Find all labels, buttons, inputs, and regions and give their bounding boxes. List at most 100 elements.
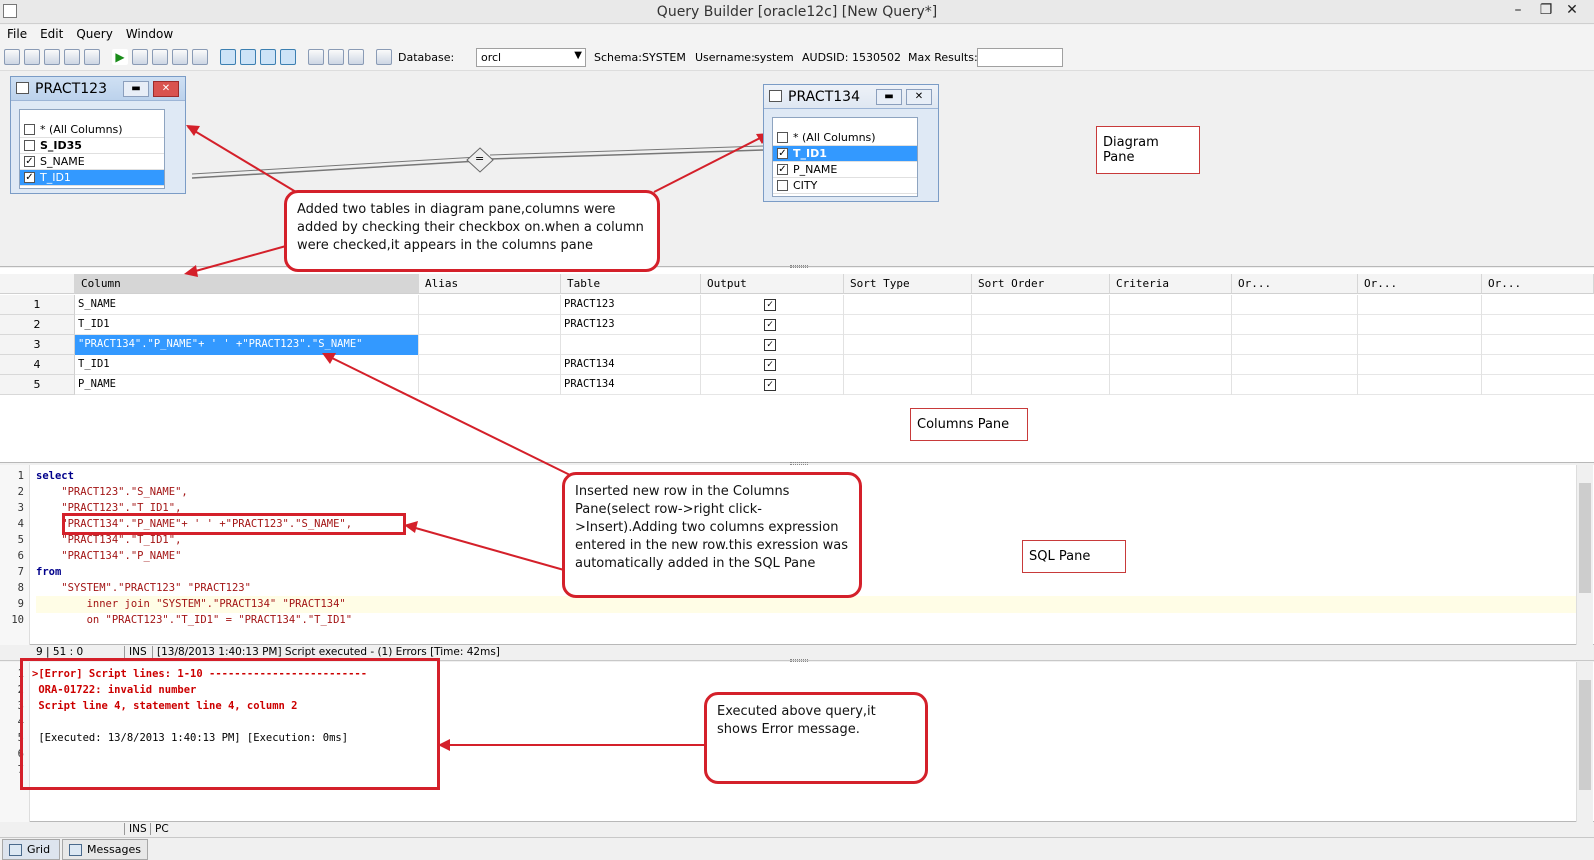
diagram-pane-toggle-icon[interactable]	[220, 49, 236, 65]
or-cell[interactable]	[1358, 355, 1482, 375]
sort-order-cell[interactable]	[972, 315, 1110, 335]
or-cell[interactable]	[1232, 335, 1358, 355]
group-by-icon[interactable]	[328, 49, 344, 65]
criteria-cell[interactable]	[1110, 335, 1232, 355]
column-item[interactable]: CITY	[773, 178, 917, 194]
columns-pane-toggle-icon[interactable]	[240, 49, 256, 65]
database-select[interactable]: orcl ▼	[476, 48, 586, 67]
criteria-cell[interactable]	[1110, 295, 1232, 315]
execute-icon[interactable]: ▶	[112, 49, 128, 65]
or-cell[interactable]	[1232, 355, 1358, 375]
max-results-input[interactable]	[977, 48, 1063, 67]
close-icon[interactable]: ✕	[1562, 2, 1582, 18]
open-icon[interactable]	[24, 49, 40, 65]
column-item[interactable]: * (All Columns)	[20, 122, 164, 138]
criteria-cell[interactable]	[1110, 375, 1232, 395]
output-cell[interactable]: ✓	[701, 315, 844, 335]
sort-type-cell[interactable]	[844, 295, 972, 315]
alias-cell[interactable]	[419, 355, 561, 375]
close-table-button[interactable]: ✕	[906, 89, 932, 105]
stop-icon[interactable]	[152, 49, 168, 65]
alias-cell[interactable]	[419, 335, 561, 355]
column-cell[interactable]: T_ID1	[75, 315, 419, 335]
or-cell[interactable]	[1358, 335, 1482, 355]
sort-order-cell[interactable]	[972, 335, 1110, 355]
table-row[interactable]: 4 T_ID1 PRACT134 ✓	[0, 355, 1594, 375]
table-cell[interactable]: PRACT134	[561, 375, 701, 395]
column-cell[interactable]: P_NAME	[75, 375, 419, 395]
sort-order-cell[interactable]	[972, 375, 1110, 395]
scroll-thumb[interactable]	[1579, 680, 1591, 790]
splitter-handle[interactable]	[790, 659, 808, 662]
alias-cell[interactable]	[419, 315, 561, 335]
refresh-icon[interactable]	[192, 49, 208, 65]
column-cell[interactable]: S_NAME	[75, 295, 419, 315]
or-cell[interactable]	[1232, 295, 1358, 315]
output-checkbox[interactable]: ✓	[764, 359, 776, 371]
or-cell[interactable]	[1232, 315, 1358, 335]
checkbox[interactable]	[777, 132, 788, 143]
column-header-sort-order[interactable]: Sort Order	[972, 274, 1110, 294]
splitter-handle[interactable]	[790, 462, 808, 465]
column-cell-selected[interactable]: "PRACT134"."P_NAME"+ ' ' +"PRACT123"."S_…	[75, 335, 419, 355]
restore-icon[interactable]: ❐	[1536, 2, 1556, 18]
checkbox[interactable]	[777, 180, 788, 191]
column-item[interactable]: S_ID35	[20, 138, 164, 154]
sort-type-cell[interactable]	[844, 355, 972, 375]
column-header-alias[interactable]: Alias	[419, 274, 561, 294]
messages-pane[interactable]: 1 2 3 4 5 6 7 >[Error] Script lines: 1-1…	[0, 658, 1594, 822]
column-header-criteria[interactable]: Criteria	[1110, 274, 1232, 294]
column-item[interactable]: ✓ P_NAME	[773, 162, 917, 178]
table-cell[interactable]: PRACT134	[561, 355, 701, 375]
new-icon[interactable]	[4, 49, 20, 65]
sort-type-cell[interactable]	[844, 375, 972, 395]
database-icon[interactable]	[376, 49, 392, 65]
tab-messages[interactable]: Messages	[62, 839, 148, 860]
tab-grid[interactable]: Grid	[2, 839, 60, 860]
table-window-header[interactable]: PRACT134 ▬ ✕	[764, 85, 938, 109]
checkbox-checked[interactable]: ✓	[777, 164, 788, 175]
column-item[interactable]: * (All Columns)	[773, 130, 917, 146]
sort-order-cell[interactable]	[972, 295, 1110, 315]
column-item[interactable]: ✓ S_NAME	[20, 154, 164, 170]
save-icon[interactable]	[44, 49, 60, 65]
checkbox[interactable]	[24, 124, 35, 135]
column-header-or-3[interactable]: Or...	[1482, 274, 1594, 294]
checkbox-checked[interactable]: ✓	[24, 156, 35, 167]
table-window-pract123[interactable]: PRACT123 ▬ ✕ * (All Columns) S_ID35 ✓ S_N…	[10, 76, 186, 194]
or-cell[interactable]	[1358, 375, 1482, 395]
or-cell[interactable]	[1232, 375, 1358, 395]
output-checkbox[interactable]: ✓	[764, 379, 776, 391]
table-row[interactable]: 5 P_NAME PRACT134 ✓	[0, 375, 1594, 395]
column-header-or-2[interactable]: Or...	[1358, 274, 1482, 294]
column-header-table[interactable]: Table	[561, 274, 701, 294]
checkbox-checked[interactable]: ✓	[777, 148, 788, 159]
execute-current-icon[interactable]	[132, 49, 148, 65]
print-icon[interactable]	[84, 49, 100, 65]
column-header-output[interactable]: Output	[701, 274, 844, 294]
output-checkbox[interactable]: ✓	[764, 339, 776, 351]
table-cell[interactable]: PRACT123	[561, 295, 701, 315]
sort-type-cell[interactable]	[844, 335, 972, 355]
minimize-table-button[interactable]: ▬	[876, 89, 902, 105]
or-cell[interactable]	[1358, 295, 1482, 315]
or-cell[interactable]	[1358, 315, 1482, 335]
sort-order-cell[interactable]	[972, 355, 1110, 375]
messages-scrollbar[interactable]	[1576, 662, 1593, 822]
column-item[interactable]: ✓ T_ID1	[20, 170, 164, 186]
close-table-button[interactable]: ✕	[153, 81, 179, 97]
table-cell[interactable]: PRACT123	[561, 315, 701, 335]
checkbox-checked[interactable]: ✓	[24, 172, 35, 183]
results-pane-toggle-icon[interactable]	[280, 49, 296, 65]
column-header-sort-type[interactable]: Sort Type	[844, 274, 972, 294]
scroll-thumb[interactable]	[1579, 483, 1591, 593]
menu-edit[interactable]: Edit	[33, 25, 69, 41]
table-window-header[interactable]: PRACT123 ▬ ✕	[11, 77, 185, 101]
minimize-table-button[interactable]: ▬	[123, 81, 149, 97]
column-cell[interactable]: T_ID1	[75, 355, 419, 375]
output-cell[interactable]: ✓	[701, 295, 844, 315]
menu-file[interactable]: File	[0, 25, 33, 41]
alias-cell[interactable]	[419, 295, 561, 315]
checkbox[interactable]	[24, 140, 35, 151]
splitter-handle[interactable]	[790, 265, 808, 268]
